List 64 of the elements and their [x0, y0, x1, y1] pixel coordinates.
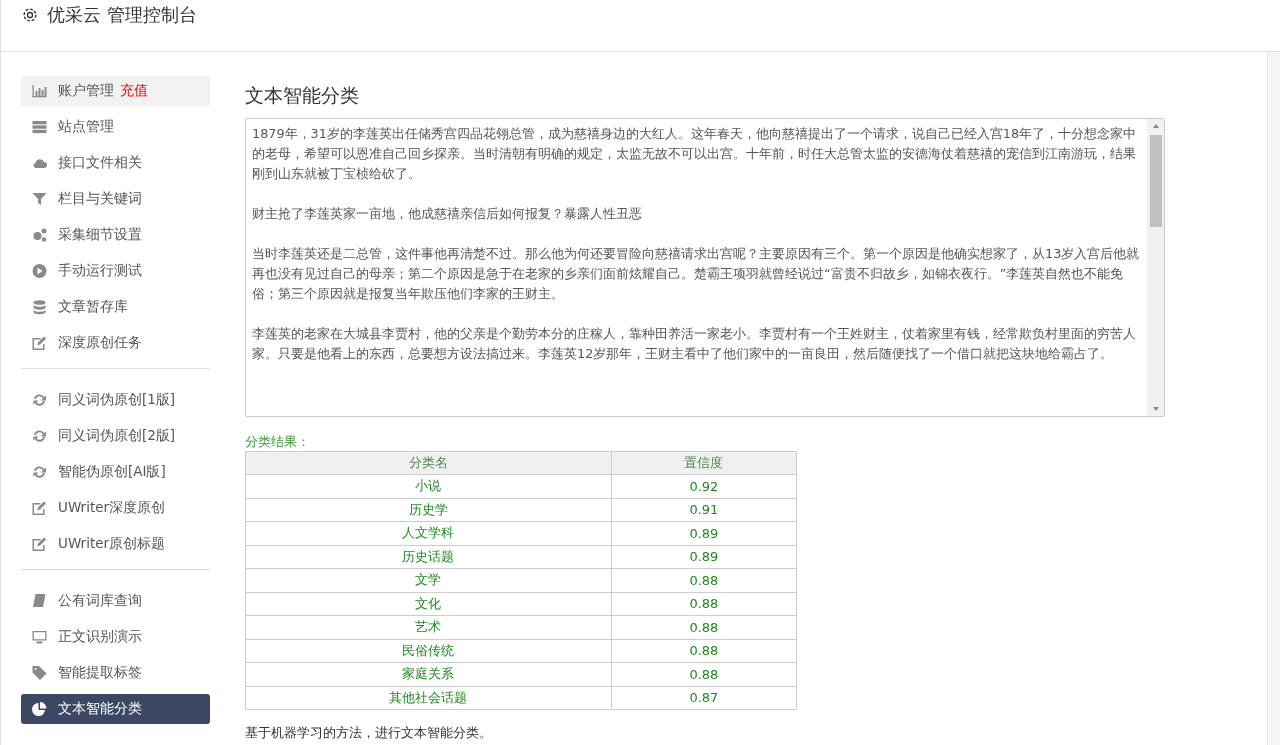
- monitor-icon: [31, 629, 48, 645]
- description-text: 基于机器学习的方法，进行文本智能分类。: [245, 724, 493, 742]
- table-cell: 家庭关系: [245, 662, 612, 686]
- sidebar-item[interactable]: 正文识别演示: [21, 622, 210, 652]
- table-cell: 0.89: [611, 521, 797, 545]
- sidebar-item[interactable]: UWriter原创标题: [21, 529, 210, 559]
- sidebar-item[interactable]: 采集细节设置: [21, 220, 210, 250]
- sidebar-item[interactable]: 文章暂存库: [21, 292, 210, 322]
- scrollbar-thumb[interactable]: [1149, 135, 1162, 227]
- console-title: 优采云 管理控制台: [47, 4, 197, 26]
- filter-icon: [31, 191, 48, 207]
- table-cell: 历史话题: [245, 545, 612, 569]
- refresh-icon: [31, 428, 48, 444]
- settings-icon: [21, 6, 39, 24]
- sidebar-item[interactable]: 公有词库查询: [21, 586, 210, 616]
- sidebar-item[interactable]: 栏目与关键词: [21, 184, 210, 214]
- table-cell: 0.89: [611, 545, 797, 569]
- sidebar-item[interactable]: 接口文件相关: [21, 148, 210, 178]
- server-icon: [31, 119, 48, 135]
- page-heading: 文本智能分类: [245, 83, 360, 108]
- edit-icon: [31, 335, 48, 351]
- column-header: 分类名: [245, 451, 612, 475]
- table-cell: 历史学: [245, 498, 612, 522]
- sidebar-item[interactable]: 手动运行测试: [21, 256, 210, 286]
- page-scrollbar[interactable]: [1267, 52, 1280, 745]
- column-header: 置信度: [611, 451, 797, 475]
- edit-icon: [31, 500, 48, 516]
- table-cell: 艺术: [245, 615, 612, 639]
- text-area[interactable]: 1879年，31岁的李莲英出任储秀宫四品花翎总管，成为慈禧身边的大红人。这年春天，他向慈禧提出了一个请求，说自己已经入宫18年了，十分想念家中的老母，希望可以恩准自己回乡探亲。当时清朝有明确的规定，太监无故不可以出宫。十年前，时任大总管太监的安德海仗着慈禧的宠信到江南游玩，结果刚到山东就被丁宝桢给砍了。 财主抢了李莲英家一亩地，他成慈禧亲信后如何报复？暴露人性丑恶 当时李莲英还是二总管，这件事他再清楚不过。那么他为何还要冒险向慈禧请求出宫呢？主要原因有三个。第一个原因是他确实想家了，从13岁入宫后他就再也没有见过自己的母亲；第二个原因是急于在老家的乡亲们面前炫耀自己。楚霸王项羽就曾经说过“富贵不归故乡，如锦衣夜行。”李莲英自然也不能免俗；第三个原因就是报复当年欺压他们李家的王财主。 李莲英的老家在大城县李贾村，他的父亲是个勤劳本分的庄稼人，靠种田养活一家老小。李贾村有一个王姓财主，仗着家里有钱，经常欺负村里面的穷苦人家。只要是他看上的东西，总要想方设法搞过来。李莲英12岁那年，王财主看中了他们家中的一亩良田，然后随便找了一个借口就把这块地给霸占了。: [245, 118, 1165, 417]
- sidebar-item[interactable]: 站点管理: [21, 112, 210, 142]
- play-icon: [31, 263, 48, 279]
- table-cell: 0.92: [611, 474, 797, 498]
- refresh-icon: [31, 392, 48, 408]
- table-cell: 文化: [245, 592, 612, 616]
- refresh-icon: [31, 464, 48, 480]
- db-icon: [31, 299, 48, 315]
- sidebar-item[interactable]: 账户管理 充值: [21, 76, 210, 106]
- chart-icon: [31, 83, 48, 99]
- sidebar-item[interactable]: 同义词伪原创[2版]: [21, 421, 210, 451]
- table-cell: 0.88: [611, 662, 797, 686]
- table-cell: 0.87: [611, 686, 797, 710]
- sidebar-item[interactable]: 同义词伪原创[1版]: [21, 385, 210, 415]
- table-cell: 0.91: [611, 498, 797, 522]
- sidebar-item[interactable]: 文本智能分类: [21, 694, 210, 724]
- pie-icon: [31, 701, 48, 717]
- scrollbar[interactable]: [1147, 119, 1164, 416]
- sidebar-item[interactable]: 智能提取标签: [21, 658, 210, 688]
- scroll-up-icon[interactable]: [1151, 122, 1160, 130]
- edit-icon: [31, 536, 48, 552]
- table-cell: 人文学科: [245, 521, 612, 545]
- table-cell: 0.88: [611, 568, 797, 592]
- sidebar-item[interactable]: 深度原创任务: [21, 328, 210, 358]
- table-cell: 0.88: [611, 592, 797, 616]
- table-cell: 其他社会话题: [245, 686, 612, 710]
- table-cell: 民俗传统: [245, 639, 612, 663]
- table-cell: 0.88: [611, 615, 797, 639]
- table-cell: 小说: [245, 474, 612, 498]
- table-cell: 文学: [245, 568, 612, 592]
- result-label: 分类结果：: [245, 433, 311, 451]
- tag-icon: [31, 665, 48, 681]
- sidebar-item[interactable]: UWriter深度原创: [21, 493, 210, 523]
- scroll-down-icon[interactable]: [1151, 405, 1160, 413]
- table-cell: 0.88: [611, 639, 797, 663]
- sidebar-item[interactable]: 智能伪原创[AI版]: [21, 457, 210, 487]
